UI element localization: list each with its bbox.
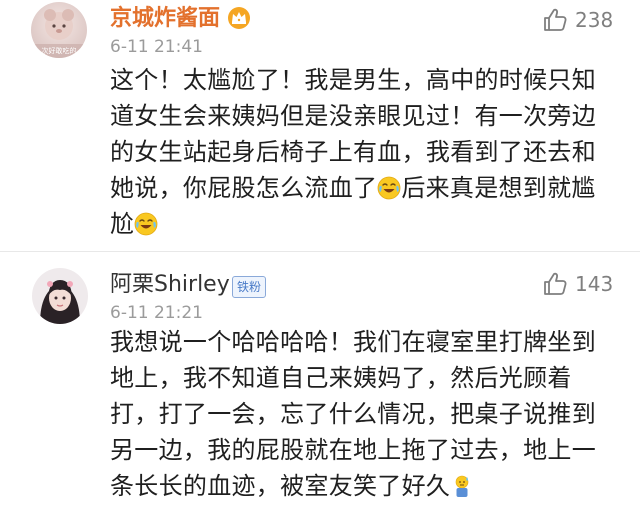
comment-item: 阿栗Shirley 铁粉 6-11 21:21 143 我想说一个哈哈哈哈！我们… [0, 252, 640, 516]
avatar[interactable]: 次好敢吃的 [31, 2, 87, 58]
comment-text: 这个！太尴尬了！我是男生，高中的时候只知道女生会来姨妈但是没亲眼见过！有一次旁边… [110, 62, 615, 242]
comment-text: 我想说一个哈哈哈哈！我们在寝室里打牌坐到地上，我不知道自己来姨妈了，然后光顾着打… [110, 324, 615, 504]
laugh-cry-icon [134, 212, 158, 236]
username[interactable]: 阿栗Shirley [110, 272, 230, 298]
comment-list: 次好敢吃的 京城炸酱面 6-11 21:41 238 这个！太尴尬了！我是男生，… [0, 0, 640, 516]
avatar[interactable] [32, 268, 88, 324]
sweat-person-icon [455, 475, 469, 497]
avatar-caption: 次好敢吃的 [42, 46, 77, 55]
comment-text-segment: 我想说一个哈哈哈哈！我们在寝室里打牌坐到地上，我不知道自己来姨妈了，然后光顾着打… [110, 328, 596, 500]
timestamp: 6-11 21:21 [110, 303, 203, 323]
like-count: 238 [575, 8, 614, 32]
timestamp: 6-11 21:41 [110, 37, 203, 57]
crown-vip-icon [226, 6, 252, 30]
like-button[interactable]: 238 [541, 6, 613, 34]
fan-badge: 铁粉 [232, 276, 267, 298]
like-count: 143 [575, 272, 614, 296]
laugh-cry-icon [377, 176, 401, 200]
username[interactable]: 京城炸酱面 [110, 6, 220, 32]
like-button[interactable]: 143 [541, 270, 613, 298]
comment-item: 次好敢吃的 京城炸酱面 6-11 21:41 238 这个！太尴尬了！我是男生，… [0, 0, 640, 252]
thumbs-up-icon [544, 272, 567, 295]
thumbs-up-icon [544, 8, 567, 31]
